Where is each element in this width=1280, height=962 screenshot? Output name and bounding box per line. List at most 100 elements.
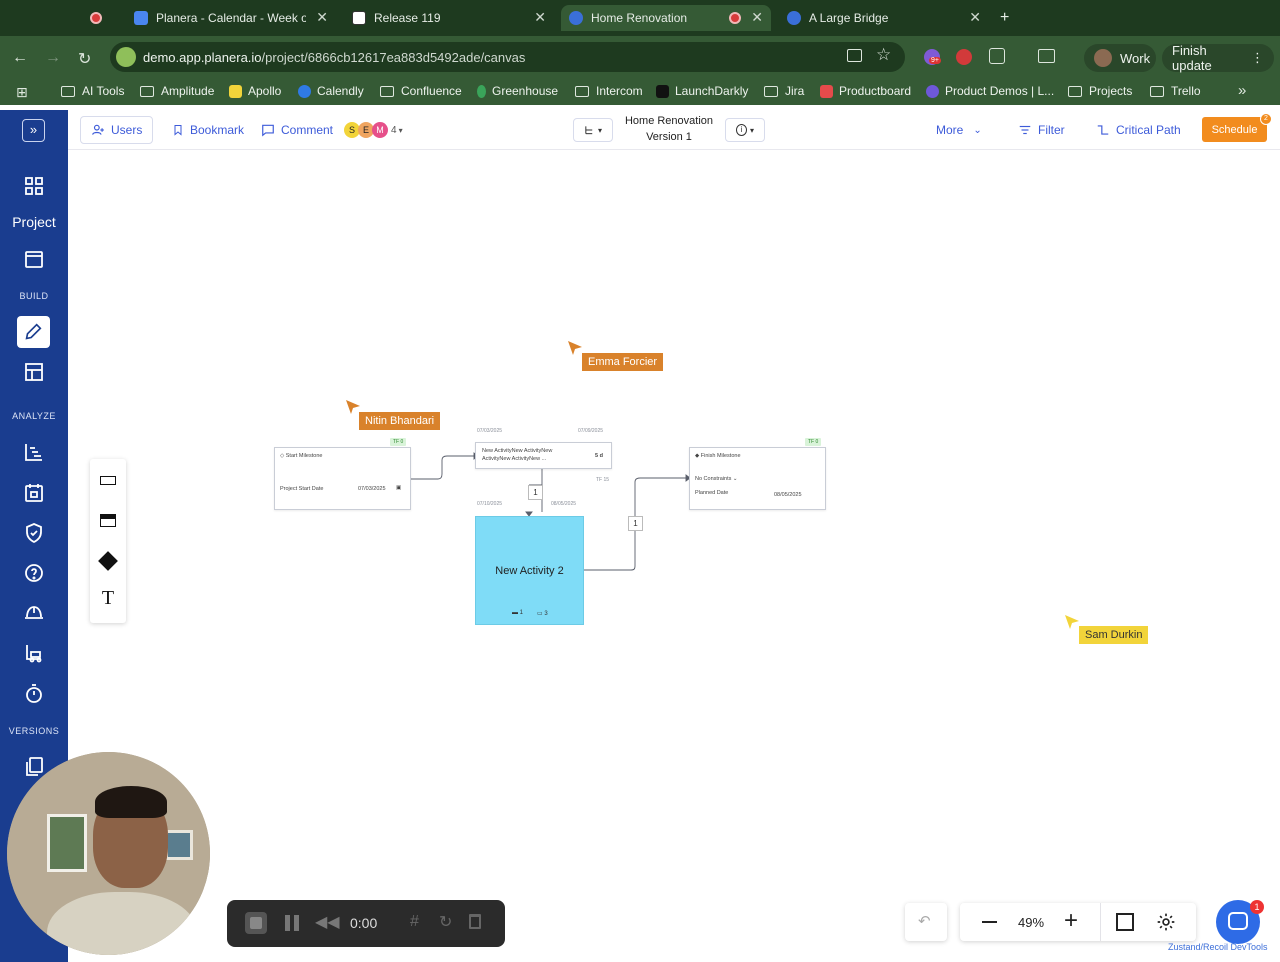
- bookmark-trello[interactable]: Trello: [1150, 84, 1201, 98]
- bookmark-ai-tools[interactable]: AI Tools: [61, 84, 124, 98]
- bookmark-amplitude[interactable]: Amplitude: [140, 84, 214, 98]
- url-text[interactable]: demo.app.planera.io/project/6866cb12617e…: [143, 50, 525, 65]
- extension-icon[interactable]: 9+: [924, 49, 941, 65]
- summary-shape-tool[interactable]: [100, 514, 116, 527]
- browser-tab-recording[interactable]: [90, 5, 118, 31]
- support-chat-button[interactable]: 1: [1216, 900, 1264, 944]
- extensions-puzzle-icon[interactable]: [989, 48, 1005, 64]
- planera-favicon-icon: [787, 11, 801, 25]
- more-menu-button[interactable]: More ⌄: [936, 123, 982, 137]
- stop-icon: [250, 917, 262, 929]
- dashboard-grid-icon[interactable]: [22, 174, 46, 198]
- bookmark-productboard[interactable]: Productboard: [820, 84, 911, 98]
- filter-label: Filter: [1038, 123, 1065, 137]
- hard-hat-icon[interactable]: [22, 601, 46, 625]
- link-lag-label[interactable]: 1: [528, 485, 543, 500]
- text-tool[interactable]: T: [90, 587, 126, 610]
- zoom-out-button[interactable]: [982, 921, 997, 923]
- close-tab-icon[interactable]: ✕: [751, 9, 763, 26]
- new-tab-button[interactable]: +: [1000, 5, 1020, 31]
- link-lag-label[interactable]: 1: [628, 516, 643, 531]
- bookmark-apollo[interactable]: Apollo: [229, 84, 281, 98]
- browser-tab-planera-calendar[interactable]: Planera - Calendar - Week of ✕: [126, 5, 336, 31]
- rewind-icon[interactable]: ◀◀: [315, 912, 340, 932]
- stopwatch-icon[interactable]: [22, 682, 46, 706]
- back-icon[interactable]: ←: [12, 49, 28, 67]
- bookmark-intercom[interactable]: Intercom: [575, 84, 643, 98]
- person-shirt: [47, 892, 197, 955]
- bookmark-calendly[interactable]: Calendly: [298, 84, 364, 98]
- schedule-badge: 2: [1260, 113, 1272, 125]
- milestone-shape-tool[interactable]: [98, 551, 118, 571]
- calendar-icon[interactable]: ▣: [396, 485, 401, 491]
- lastpass-icon[interactable]: [956, 49, 972, 65]
- bookmark-button[interactable]: Bookmark: [172, 123, 244, 137]
- browser-tab-large-bridge[interactable]: A Large Bridge ✕: [779, 5, 989, 31]
- bookmark-confluence[interactable]: Confluence: [380, 84, 462, 98]
- url-path: /project/6866cb12617ea883d5492ade/canvas: [261, 50, 526, 65]
- bookmark-jira[interactable]: Jira: [764, 84, 804, 98]
- activity2-node[interactable]: New Activity 2 ▬ 1 ▭ 3: [475, 516, 584, 625]
- browser-tab-home-renovation[interactable]: Home Renovation ✕: [561, 5, 771, 31]
- address-bar[interactable]: demo.app.planera.io/project/6866cb12617e…: [110, 42, 905, 72]
- install-app-icon[interactable]: [847, 49, 862, 62]
- shield-check-icon[interactable]: [22, 521, 46, 545]
- restart-icon[interactable]: ↻: [439, 912, 452, 932]
- reload-icon[interactable]: ↻: [78, 49, 91, 69]
- settings-gear-icon[interactable]: [1156, 912, 1176, 932]
- close-tab-icon[interactable]: ✕: [534, 9, 546, 26]
- start-milestone-node[interactable]: ◇ Start Milestone Project Start Date 07/…: [274, 447, 411, 510]
- profile-button[interactable]: Work: [1084, 44, 1156, 72]
- activity2-resources[interactable]: ▬ 1: [512, 610, 523, 616]
- browser-tab-release[interactable]: Release 119 ✕: [344, 5, 554, 31]
- bookmark-projects[interactable]: Projects: [1068, 84, 1132, 98]
- grid-icon[interactable]: #: [410, 913, 419, 931]
- forward-icon[interactable]: →: [45, 49, 61, 67]
- more-bookmarks-icon[interactable]: »: [1238, 82, 1246, 99]
- project-info-button[interactable]: i ▾: [725, 118, 765, 142]
- bookmark-product-demos[interactable]: Product Demos | L...: [926, 84, 1054, 98]
- calendar-icon[interactable]: [22, 247, 46, 271]
- close-tab-icon[interactable]: ✕: [316, 9, 328, 26]
- trash-icon[interactable]: [469, 914, 481, 929]
- stop-recording-button[interactable]: [245, 912, 267, 934]
- undo-button[interactable]: ↶: [905, 903, 947, 941]
- expand-sidebar-button[interactable]: »: [22, 119, 45, 142]
- project-start-date-value[interactable]: 07/03/2025: [358, 486, 386, 492]
- planned-date-value[interactable]: 08/05/2025: [774, 492, 802, 498]
- devtools-label[interactable]: Zustand/Recoil DevTools: [1168, 942, 1268, 952]
- network-canvas[interactable]: ◇ Start Milestone Project Start Date 07/…: [68, 151, 1280, 962]
- help-circle-icon[interactable]: [22, 561, 46, 585]
- layout-toggle-button[interactable]: ▾: [573, 118, 613, 142]
- fit-to-screen-icon[interactable]: [1116, 913, 1134, 931]
- activity-shape-tool[interactable]: [100, 476, 116, 485]
- zoom-in-button[interactable]: +: [1064, 907, 1078, 935]
- table-layout-icon[interactable]: [22, 360, 46, 384]
- schedule-button[interactable]: Schedule 2: [1202, 113, 1272, 142]
- close-tab-icon[interactable]: ✕: [969, 9, 981, 26]
- zoom-level[interactable]: 49%: [1018, 915, 1044, 930]
- webcam-bubble[interactable]: [7, 752, 210, 955]
- tab-search-icon[interactable]: [1038, 49, 1055, 63]
- collaborators-avatars[interactable]: S E M 4 ▾: [344, 122, 403, 138]
- constraint-select[interactable]: No Constraints ⌄: [695, 476, 738, 482]
- bookmark-greenhouse[interactable]: Greenhouse: [477, 84, 558, 98]
- critical-path-button[interactable]: Critical Path: [1096, 123, 1181, 137]
- apps-grid-icon[interactable]: ⊞: [16, 84, 28, 101]
- gantt-chart-icon[interactable]: [22, 440, 46, 464]
- activity1-node[interactable]: New ActivityNew ActivityNew ActivityNew …: [475, 442, 612, 469]
- build-canvas-button[interactable]: [17, 316, 50, 348]
- finish-update-button[interactable]: Finish update ⋮: [1162, 43, 1274, 73]
- project-label[interactable]: Project: [0, 214, 68, 230]
- users-button[interactable]: Users: [80, 116, 154, 144]
- pause-icon[interactable]: [285, 915, 299, 931]
- star-icon[interactable]: ☆: [876, 45, 891, 65]
- activity2-notes[interactable]: ▭ 3: [537, 610, 548, 617]
- filter-button[interactable]: Filter: [1018, 123, 1065, 137]
- site-info-icon[interactable]: [116, 47, 136, 67]
- finish-milestone-node[interactable]: ◆ Finish Milestone No Constraints ⌄ Plan…: [689, 447, 826, 510]
- comment-button[interactable]: Comment: [261, 123, 333, 137]
- equipment-icon[interactable]: [22, 641, 46, 665]
- bookmark-launchdarkly[interactable]: LaunchDarkly: [656, 84, 748, 98]
- schedule-calendar-icon[interactable]: [22, 481, 46, 505]
